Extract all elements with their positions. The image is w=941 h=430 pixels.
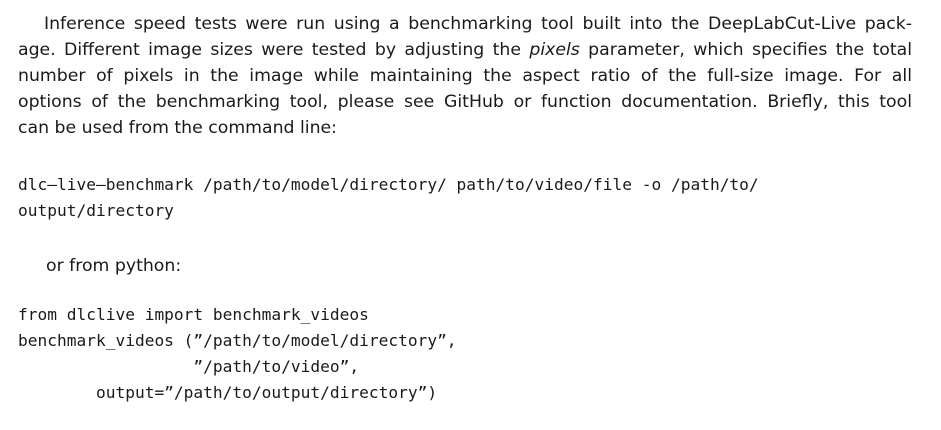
- paragraph-text: Inference speed tests were run using a b…: [44, 14, 912, 34]
- code-line: output/directory: [18, 201, 174, 220]
- paragraph-text: parameter, which specifies the total: [579, 40, 912, 60]
- code-line: output=”/path/to/output/directory”): [18, 383, 438, 402]
- paragraph-text: age. Different image sizes were tested b…: [18, 40, 530, 60]
- intro-paragraph: Inference speed tests were run using a b…: [18, 11, 912, 141]
- code-line: benchmark_videos (”/path/to/model/direct…: [18, 331, 457, 350]
- code-line: dlc—live—benchmark /path/to/model/direct…: [18, 175, 759, 194]
- pixels-parameter-emphasis: pixels: [529, 40, 580, 60]
- code-line: from dlclive import benchmark_videos: [18, 305, 369, 324]
- python-code-block: from dlclive import benchmark_videos ben…: [18, 302, 457, 406]
- paragraph-line: age. Different image sizes were tested b…: [18, 37, 912, 63]
- cli-code-block: dlc—live—benchmark /path/to/model/direct…: [18, 172, 759, 224]
- paragraph-line: options of the benchmarking tool, please…: [18, 92, 912, 112]
- code-line: ”/path/to/video”,: [18, 357, 360, 376]
- document-page: Inference speed tests were run using a b…: [0, 0, 941, 430]
- paragraph-line: number of pixels in the image while main…: [18, 66, 912, 86]
- python-intro-text: or from python:: [46, 256, 182, 276]
- paragraph-line: can be used from the command line:: [18, 118, 338, 138]
- paragraph-line: Inference speed tests were run using a b…: [18, 11, 912, 37]
